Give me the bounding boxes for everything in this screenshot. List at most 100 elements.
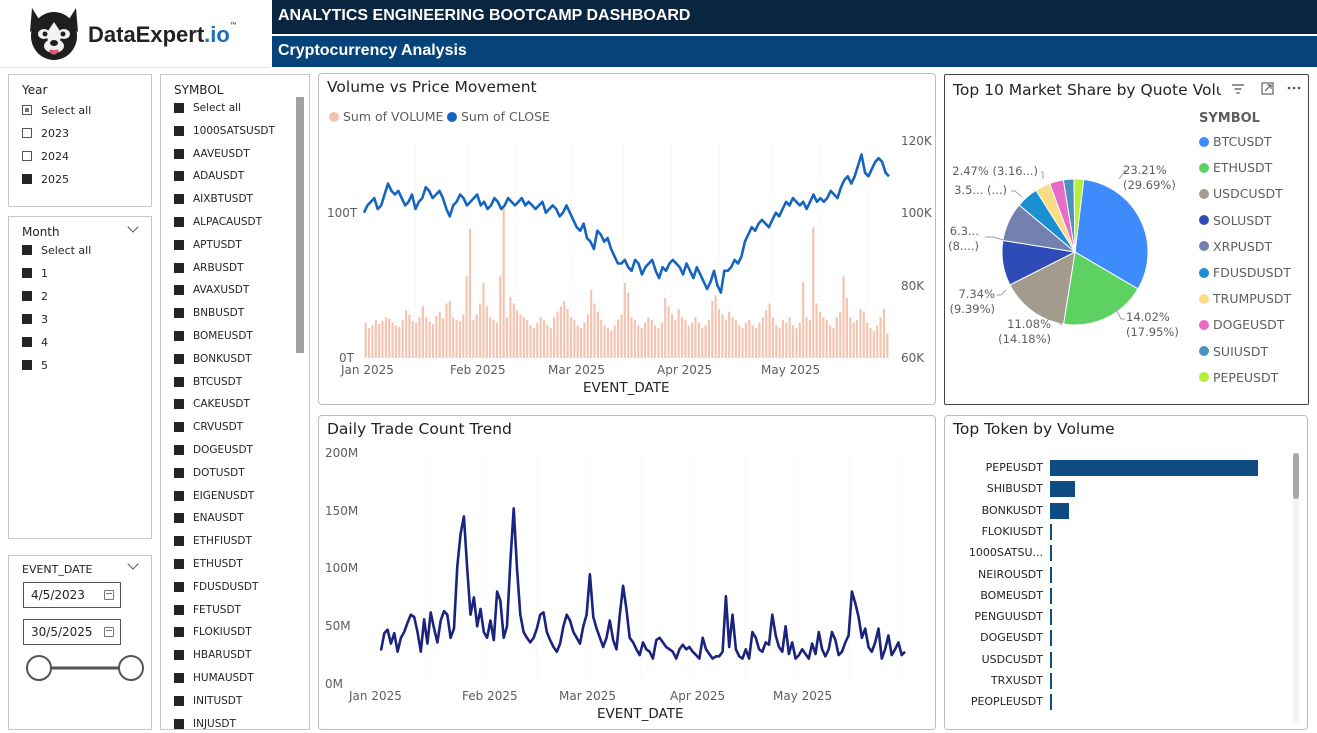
checkbox[interactable] [174,490,184,501]
month-option[interactable]: 3 [22,312,48,326]
volume-bar[interactable] [855,319,859,358]
volume-bar[interactable] [569,317,573,358]
volume-bar[interactable] [798,322,801,358]
close-price-line[interactable] [362,153,890,294]
date-range-slider[interactable] [23,653,147,683]
market-share-pie-chart[interactable]: Top 10 Market Share by Quote Volur SYMBO… [944,74,1309,405]
volume-bar[interactable] [684,319,687,358]
symbol-option[interactable]: ETHUSDT [174,557,243,571]
volume-bar[interactable] [1050,545,1052,562]
pie-legend-item[interactable]: BTCUSDT [1199,134,1272,149]
year-option[interactable]: 2023 [22,126,69,140]
volume-bar[interactable] [593,303,596,359]
volume-bar[interactable] [670,314,674,358]
volume-bar[interactable] [701,328,704,358]
volume-bar[interactable] [822,317,825,358]
volume-bar[interactable] [573,319,576,358]
volume-bar[interactable] [640,328,643,358]
checkbox[interactable] [174,445,184,455]
volume-bar[interactable] [404,310,408,358]
month-option[interactable]: Select all [22,243,91,257]
volume-bar[interactable] [815,303,818,359]
start-date-input[interactable]: 4/5/2023 [23,582,121,608]
volume-bar[interactable] [435,315,438,358]
trade-count-line[interactable] [379,507,906,660]
symbol-option[interactable]: CRVUSDT [174,420,243,434]
volume-bar[interactable] [462,314,465,358]
pie-legend-item[interactable]: USDCUSDT [1199,186,1283,201]
volume-bar[interactable] [744,322,748,358]
checkbox[interactable] [22,245,32,255]
symbol-option[interactable]: ETHFIUSDT [174,534,252,548]
volume-bar[interactable] [724,319,727,358]
volume-bar[interactable] [633,319,636,358]
volume-bar[interactable] [452,317,455,358]
symbol-option[interactable]: FLOKIUSDT [174,625,252,639]
volume-bar[interactable] [647,317,650,358]
volume-bar[interactable] [455,319,458,358]
volume-bar[interactable] [428,321,431,358]
slider-end-handle[interactable] [118,655,144,681]
checkbox[interactable] [22,314,32,324]
checkbox[interactable] [174,353,184,364]
checkbox[interactable] [22,337,32,347]
volume-bar[interactable] [431,323,435,358]
more-options-icon[interactable] [1287,86,1301,90]
volume-bar[interactable] [610,330,613,358]
volume-bar[interactable] [778,328,781,358]
symbol-option[interactable]: ARBUSDT [174,261,244,275]
pie-legend-item[interactable]: DOGEUSDT [1199,317,1284,332]
volume-bar[interactable] [465,276,468,358]
checkbox[interactable] [174,627,184,638]
volume-bar[interactable] [741,328,744,358]
volume-bar[interactable] [502,208,505,358]
year-option[interactable]: 2025 [22,172,69,186]
volume-bar[interactable] [829,325,832,358]
checkbox[interactable] [174,581,184,592]
checkbox[interactable] [174,148,184,159]
volume-bar[interactable] [623,283,626,358]
volume-bar[interactable] [553,317,556,358]
volume-bar[interactable] [805,317,808,358]
volume-bar[interactable] [391,322,394,358]
calendar-icon[interactable] [104,627,114,637]
volume-bar[interactable] [398,326,401,358]
volume-bar[interactable] [721,314,724,358]
volume-bar[interactable] [495,322,499,358]
volume-bar[interactable] [654,325,657,358]
volume-bar[interactable] [539,317,542,358]
volume-bar[interactable] [876,325,879,358]
volume-bar[interactable] [559,306,562,358]
volume-bar[interactable] [600,319,603,358]
volume-bar[interactable] [731,317,734,358]
volume-bar[interactable] [711,300,714,358]
volume-bar[interactable] [812,227,815,358]
volume-bar[interactable] [674,319,677,358]
volume-bar[interactable] [563,300,566,358]
volume-bar[interactable] [872,330,875,358]
volume-bar[interactable] [862,311,865,358]
volume-bar[interactable] [590,289,593,358]
volume-bar[interactable] [818,311,822,358]
checkbox[interactable] [22,360,32,370]
checkbox[interactable] [174,718,184,729]
volume-bar[interactable] [492,319,495,358]
pie-legend-item[interactable]: ETHUSDT [1199,160,1272,175]
checkbox[interactable] [22,174,32,184]
checkbox[interactable] [174,331,184,341]
volume-bar[interactable] [442,318,445,358]
volume-bar[interactable] [489,317,492,358]
pie-legend-item[interactable]: SOLUSDT [1199,213,1271,228]
pie-legend-item[interactable]: TRUMPUSDT [1199,291,1291,306]
volume-bar[interactable] [667,306,670,358]
volume-bar[interactable] [869,328,872,358]
volume-bar[interactable] [734,319,737,358]
checkbox[interactable] [174,285,184,296]
pie-legend-item[interactable]: FDUSDUSDT [1199,265,1291,280]
volume-bar[interactable] [768,303,771,359]
checkbox[interactable] [174,559,184,569]
volume-bar[interactable] [522,317,525,358]
symbol-option[interactable]: DOGEUSDT [174,443,253,457]
volume-bar[interactable] [1050,502,1069,519]
symbol-option[interactable]: BONKUSDT [174,352,252,366]
